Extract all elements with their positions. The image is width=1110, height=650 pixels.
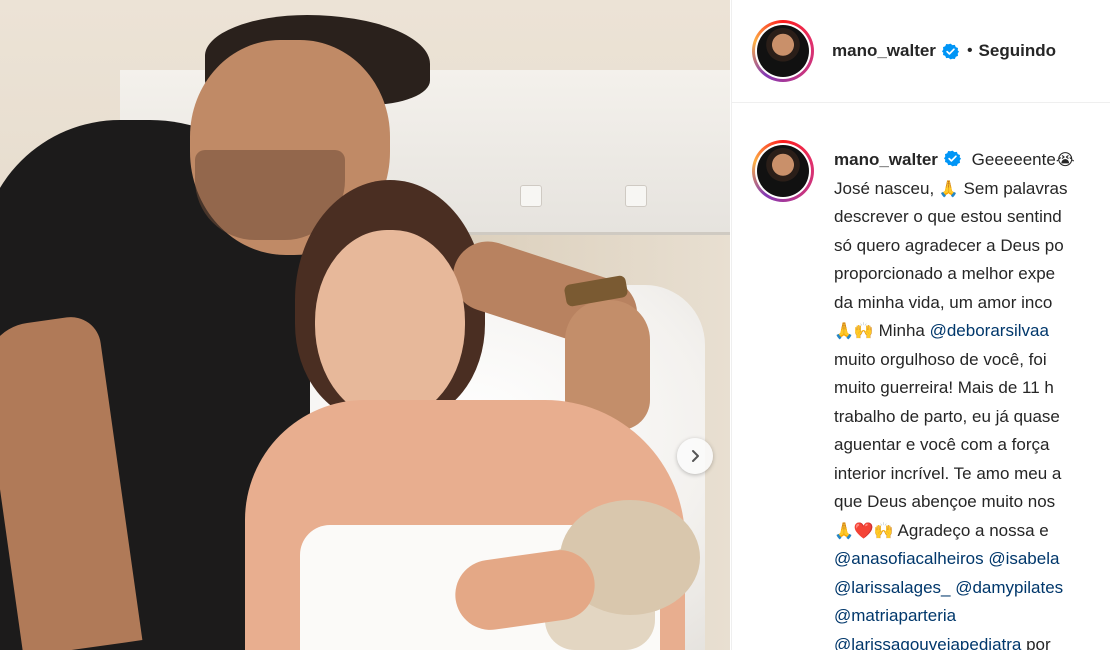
caption-line: que Deus abençoe muito nos xyxy=(834,488,1110,517)
caption-text-fragment: aguentar e você com a força xyxy=(834,435,1050,454)
caption-text-fragment: muito orgulhoso de você, foi xyxy=(834,349,1047,369)
caption-line: @larissalages_ @damypilates xyxy=(834,574,1110,603)
emoji: 🙏🙌 xyxy=(834,321,874,340)
caption-text-fragment: José nasceu, xyxy=(834,178,939,198)
caption-text: mano_walter Geeeeente😭 José nasceu, 🙏 Se… xyxy=(834,146,1110,650)
emoji: 🙏 xyxy=(938,178,959,198)
caption-text-fragment: só quero agradecer a Deus po xyxy=(834,235,1064,255)
post-side-panel: mano_walter • Seguindo mano_walter Geeee… xyxy=(731,0,1110,650)
caption-line: 🙏❤️🙌 Agradeço a nossa e xyxy=(834,517,1110,546)
caption-text-fragment: Agradeço a nossa e xyxy=(893,520,1049,540)
mention-link[interactable]: @isabela xyxy=(988,549,1059,568)
caption-line: @matriaparteria xyxy=(834,602,1110,631)
caption-line: @anasofiacalheiros @isabela xyxy=(834,545,1110,574)
caption-text-fragment: Sem palavras xyxy=(958,178,1068,198)
mention-link[interactable]: @larissagouveiapediatra xyxy=(834,635,1021,650)
emoji: 🙏❤️🙌 xyxy=(834,520,894,540)
caption-text-fragment: da minha vida, um amor inco xyxy=(834,292,1053,312)
mention-link[interactable]: @damypilates xyxy=(955,578,1063,597)
caption-line: 🙏🙌 Minha @deborarsilvaa xyxy=(834,317,1110,346)
avatar-photo xyxy=(757,145,809,197)
caption-line: proporcionado a melhor expe xyxy=(834,260,1110,289)
mention-link[interactable]: @matriaparteria xyxy=(834,606,956,625)
caption-line: só quero agradecer a Deus po xyxy=(834,232,1110,261)
caption-line: @larissagouveiapediatra por xyxy=(834,631,1110,650)
caption-line: trabalho de parto, eu já quase xyxy=(834,403,1110,432)
caption-line: muito orgulhoso de você, foi xyxy=(834,346,1110,375)
post-photo[interactable] xyxy=(0,0,730,650)
next-photo-button[interactable] xyxy=(677,438,713,474)
chevron-right-icon xyxy=(692,450,699,462)
caption-text-fragment: interior incrível. Te amo meu a xyxy=(834,463,1062,483)
caption-text-fragment: trabalho de parto, eu já quase xyxy=(834,406,1060,426)
caption-body: José nasceu, 🙏 Sem palavras descrever o q… xyxy=(834,175,1110,650)
caption-line: muito guerreira! Mais de 11 h xyxy=(834,374,1110,403)
avatar[interactable] xyxy=(752,20,814,82)
separator-dot: • xyxy=(966,42,973,59)
avatar-photo xyxy=(757,25,809,77)
verified-badge-icon xyxy=(941,43,959,60)
caption-text-fragment: por xyxy=(1021,634,1051,650)
mention-link[interactable]: @deborarsilvaa xyxy=(930,321,1049,340)
caption-line: José nasceu, 🙏 Sem palavras xyxy=(834,175,1110,204)
header-username[interactable]: mano_walter xyxy=(832,41,936,61)
emoji: 😭 xyxy=(1055,150,1075,169)
mention-link[interactable]: @anasofiacalheiros xyxy=(834,549,984,568)
caption-text-fragment: Minha xyxy=(873,321,930,340)
caption-username[interactable]: mano_walter xyxy=(834,150,938,169)
caption-first-line: mano_walter Geeeeente😭 xyxy=(834,146,1110,175)
caption-avatar[interactable] xyxy=(752,140,814,202)
wall-outlet xyxy=(520,185,542,207)
post-header: mano_walter • Seguindo xyxy=(732,0,1110,103)
caption-line: Geeeeente😭 xyxy=(972,150,1075,169)
verified-badge-icon xyxy=(943,150,961,167)
caption-text-fragment: Geeeeente xyxy=(971,150,1056,169)
caption-text-fragment: que Deus abençoe muito nos xyxy=(834,492,1056,511)
caption-text-fragment: descrever o que estou sentind xyxy=(834,207,1062,226)
woman-face xyxy=(315,230,465,420)
caption-text-fragment: muito guerreira! Mais de 11 h xyxy=(834,378,1054,397)
caption-text-fragment: proporcionado a melhor expe xyxy=(834,264,1056,283)
mention-link[interactable]: @larissalages_ xyxy=(834,578,950,597)
caption-line: da minha vida, um amor inco xyxy=(834,289,1110,318)
caption-line: descrever o que estou sentind xyxy=(834,203,1110,232)
caption-line: interior incrível. Te amo meu a xyxy=(834,460,1110,489)
caption-line: aguentar e você com a força xyxy=(834,431,1110,460)
wall-outlet xyxy=(625,185,647,207)
following-button[interactable]: Seguindo xyxy=(979,41,1056,61)
